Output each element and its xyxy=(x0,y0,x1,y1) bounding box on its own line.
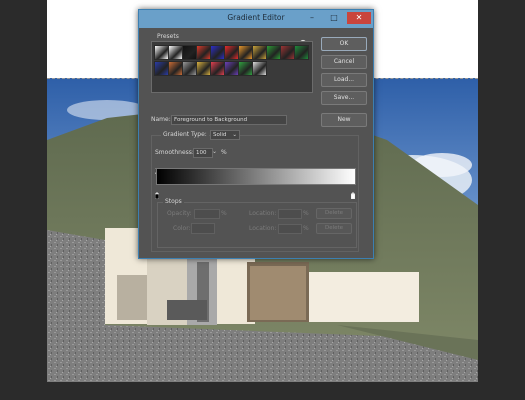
preset-swatch[interactable] xyxy=(252,45,267,60)
preset-swatch[interactable] xyxy=(196,45,211,60)
opacity-location-unit: % xyxy=(303,210,309,217)
smoothness-input[interactable]: 100 xyxy=(193,148,213,158)
preset-swatch[interactable] xyxy=(266,45,281,60)
preset-swatch[interactable] xyxy=(210,61,225,76)
preset-swatch[interactable] xyxy=(294,45,309,60)
name-label: Name: xyxy=(151,116,171,123)
gradient-preview-bar[interactable] xyxy=(156,168,356,185)
gradient-type-label: Gradient Type: xyxy=(161,131,209,138)
gradient-type-value: Solid xyxy=(213,132,227,138)
delete-color-stop-button[interactable]: Delete xyxy=(316,223,352,234)
gear-icon[interactable] xyxy=(299,32,307,47)
preset-swatch[interactable] xyxy=(168,45,183,60)
color-location-input[interactable] xyxy=(278,224,302,234)
color-stop-left[interactable] xyxy=(154,184,160,200)
preset-swatch[interactable] xyxy=(154,45,169,60)
preset-swatch[interactable] xyxy=(224,61,239,76)
name-input[interactable]: Foreground to Background xyxy=(171,115,287,125)
stops-label: Stops xyxy=(163,198,184,205)
chevron-down-icon: ⌄ xyxy=(232,132,237,138)
cancel-button[interactable]: Cancel xyxy=(321,55,367,69)
gradient-editor-dialog: Gradient Editor – □ ✕ Presets OK Cancel … xyxy=(138,9,374,259)
minimize-button[interactable]: – xyxy=(303,12,321,24)
smoothness-unit: % xyxy=(221,149,227,156)
close-button[interactable]: ✕ xyxy=(347,12,371,24)
opacity-unit: % xyxy=(221,210,227,217)
title-bar[interactable]: Gradient Editor – □ ✕ xyxy=(139,10,373,28)
new-button[interactable]: New xyxy=(321,113,367,127)
opacity-location-input[interactable] xyxy=(278,209,302,219)
preset-swatch[interactable] xyxy=(196,61,211,76)
opacity-stop-left[interactable] xyxy=(154,160,160,175)
maximize-button[interactable]: □ xyxy=(325,12,343,24)
preset-swatch[interactable] xyxy=(224,45,239,60)
color-label: Color: xyxy=(173,225,191,232)
preset-swatch[interactable] xyxy=(238,61,253,76)
preset-swatch[interactable] xyxy=(168,61,183,76)
opacity-input[interactable] xyxy=(194,209,220,219)
presets-label: Presets xyxy=(157,33,179,40)
chevron-down-icon[interactable]: ⌄ xyxy=(212,148,217,155)
opacity-location-label: Location: xyxy=(249,210,277,217)
load-button[interactable]: Load... xyxy=(321,73,367,87)
opacity-label: Opacity: xyxy=(167,210,192,217)
color-stop-right[interactable] xyxy=(350,184,356,200)
opacity-stop-right[interactable] xyxy=(350,160,356,175)
smoothness-label: Smoothness: xyxy=(155,149,194,156)
save-button[interactable]: Save... xyxy=(321,91,367,105)
gradient-type-select[interactable]: Solid ⌄ xyxy=(210,130,240,140)
preset-swatch[interactable] xyxy=(238,45,253,60)
preset-swatch[interactable] xyxy=(182,45,197,60)
preset-swatch[interactable] xyxy=(182,61,197,76)
color-location-label: Location: xyxy=(249,225,277,232)
preset-swatch[interactable] xyxy=(210,45,225,60)
preset-swatch[interactable] xyxy=(280,45,295,60)
ok-button[interactable]: OK xyxy=(321,37,367,51)
preset-swatch[interactable] xyxy=(252,61,267,76)
presets-panel[interactable] xyxy=(151,41,313,93)
preset-swatch[interactable] xyxy=(154,61,169,76)
delete-opacity-stop-button[interactable]: Delete xyxy=(316,208,352,219)
color-location-unit: % xyxy=(303,225,309,232)
color-swatch[interactable] xyxy=(191,223,215,234)
